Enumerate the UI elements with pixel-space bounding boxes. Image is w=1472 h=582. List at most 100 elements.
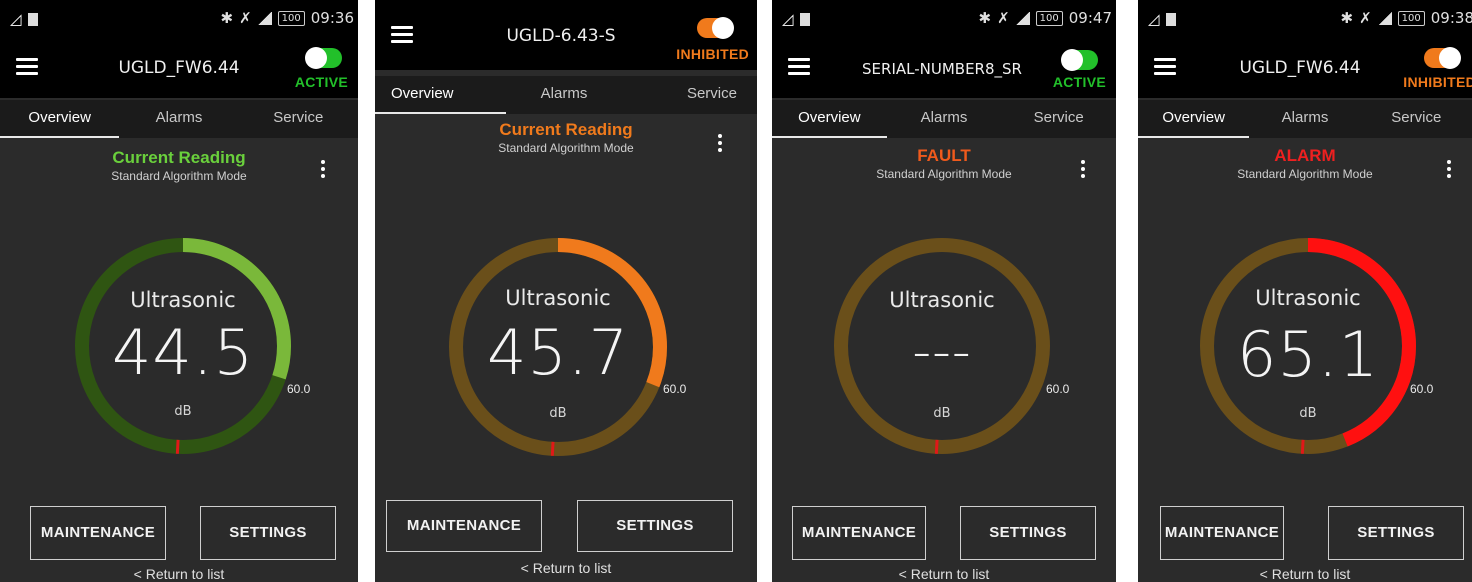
gauge-unit: dB [549, 406, 567, 421]
mute-icon: ✗ [997, 9, 1010, 27]
more-options-icon[interactable] [1080, 160, 1086, 181]
phone-screen-2: UGLD-6.43-S INHIBITED Overview Alarms Se… [375, 0, 757, 582]
tab-overview[interactable]: Overview [772, 100, 887, 138]
more-options-icon[interactable] [320, 160, 326, 181]
gauge-limit-tick [1300, 439, 1305, 454]
signal-icon [257, 11, 272, 25]
signal-icon [1377, 11, 1392, 25]
gauge-title: Ultrasonic [1255, 286, 1361, 310]
tab-alarms[interactable]: Alarms [887, 100, 1002, 138]
notification-icon [27, 12, 38, 26]
tab-overview[interactable]: Overview [0, 100, 120, 138]
maintenance-button[interactable]: MAINTENANCE [30, 506, 166, 560]
settings-button[interactable]: SETTINGS [960, 506, 1096, 560]
mute-icon: ✗ [239, 9, 252, 27]
more-options-icon[interactable] [1446, 160, 1452, 181]
gauge-value: 65.1 [1236, 318, 1380, 391]
return-to-list-link[interactable]: < Return to list [1138, 566, 1472, 582]
tab-bar: Overview Alarms Service [0, 100, 358, 138]
tab-service[interactable]: Service [622, 76, 757, 114]
battery-icon: 100 [1397, 10, 1425, 26]
gauge-limit-label: 60.0 [287, 382, 311, 396]
mode-label: Standard Algorithm Mode [498, 141, 634, 155]
app-bar: SERIAL-NUMBER8_SR ACTIVE [772, 38, 1116, 98]
toggle-state-label: INHIBITED [676, 46, 749, 62]
status-label: Current Reading [112, 148, 246, 167]
tab-service[interactable]: Service [239, 100, 358, 138]
bluetooth-icon: ✱ [978, 9, 992, 27]
signal-icon [1015, 11, 1030, 25]
mute-icon: ✗ [1359, 9, 1372, 27]
tab-bar: Overview Alarms Service [375, 76, 757, 114]
inhibit-toggle[interactable] [1424, 47, 1461, 69]
tab-alarms[interactable]: Alarms [506, 76, 621, 114]
mode-label: Standard Algorithm Mode [876, 167, 1012, 181]
app-bar: UGLD-6.43-S INHIBITED [375, 0, 757, 70]
app-bar: UGLD_FW6.44 ACTIVE [0, 38, 358, 98]
gauge-value: 44.5 [111, 316, 255, 389]
toggle-state-label: ACTIVE [294, 74, 348, 90]
tab-alarms[interactable]: Alarms [119, 100, 238, 138]
bluetooth-icon: ✱ [220, 9, 234, 27]
tab-overview[interactable]: Overview [1138, 100, 1250, 138]
return-to-list-link[interactable]: < Return to list [772, 566, 1116, 582]
tab-alarms[interactable]: Alarms [1249, 100, 1360, 138]
inhibit-toggle[interactable] [697, 17, 734, 39]
status-label: FAULT [917, 146, 971, 165]
tab-overview[interactable]: Overview [375, 76, 507, 114]
maintenance-button[interactable]: MAINTENANCE [386, 500, 542, 552]
settings-button[interactable]: SETTINGS [577, 500, 733, 552]
gauge: Ultrasonic 44.5 dB 60.0 [75, 238, 310, 454]
status-bar: ◿ ✱ ✗ 100 09:36 [0, 0, 358, 38]
battery-icon: 100 [1035, 10, 1063, 26]
gauge-limit-label: 60.0 [663, 382, 687, 396]
clock: 09:47 [1068, 9, 1112, 27]
status-label: Current Reading [499, 120, 633, 139]
gauge-title: Ultrasonic [130, 288, 236, 312]
battery-icon: 100 [277, 10, 305, 26]
tab-bar: Overview Alarms Service [772, 100, 1116, 138]
gauge-value: --- [912, 322, 972, 382]
active-toggle[interactable] [305, 47, 342, 69]
return-to-list-link[interactable]: < Return to list [375, 560, 757, 576]
clock: 09:38 [1430, 9, 1472, 27]
tab-bar: Overview Alarms Service [1138, 100, 1472, 138]
mode-label: Standard Algorithm Mode [1237, 167, 1373, 181]
notification-icon [799, 12, 810, 26]
tab-service[interactable]: Service [1361, 100, 1472, 138]
return-to-list-link[interactable]: < Return to list [0, 566, 358, 582]
gauge-title: Ultrasonic [505, 286, 611, 310]
phone-screen-3: ◿ ✱ ✗ 100 09:47 SERIAL-NUMBER8_SR ACTIVE… [772, 0, 1116, 582]
status-header: Current Reading Standard Algorithm Mode [375, 120, 757, 155]
settings-button[interactable]: SETTINGS [200, 506, 336, 560]
status-bar: ◿ ✱ ✗ 100 09:38 [1138, 0, 1472, 38]
status-label: ALARM [1274, 146, 1336, 165]
gauge-unit: dB [1299, 406, 1317, 421]
toggle-state-label: INHIBITED [1403, 74, 1472, 90]
maintenance-button[interactable]: MAINTENANCE [792, 506, 926, 560]
bluetooth-icon: ✱ [1340, 9, 1354, 27]
gauge: Ultrasonic 45.7 dB 60.0 [449, 238, 686, 456]
phone-screen-4: ◿ ✱ ✗ 100 09:38 UGLD_FW6.44 INHIBITED Ov… [1138, 0, 1472, 582]
wifi-icon: ◿ [1148, 11, 1160, 28]
gauge-limit-tick [175, 439, 180, 454]
settings-button[interactable]: SETTINGS [1328, 506, 1464, 560]
maintenance-button[interactable]: MAINTENANCE [1160, 506, 1284, 560]
status-header: ALARM Standard Algorithm Mode [1138, 146, 1472, 181]
gauge-limit-tick [550, 441, 555, 456]
gauge-limit-label: 60.0 [1046, 382, 1070, 396]
app-bar: UGLD_FW6.44 INHIBITED [1138, 38, 1472, 98]
tab-service[interactable]: Service [1001, 100, 1116, 138]
more-options-icon[interactable] [717, 134, 723, 155]
gauge-unit: dB [174, 404, 192, 419]
gauge: Ultrasonic 65.1 dB 60.0 [1200, 238, 1433, 454]
gauge-limit-tick [934, 439, 939, 454]
phone-screen-1: ◿ ✱ ✗ 100 09:36 UGLD_FW6.44 ACTIVE Overv… [0, 0, 358, 582]
wifi-icon: ◿ [10, 11, 22, 28]
wifi-icon: ◿ [782, 11, 794, 28]
active-toggle[interactable] [1061, 49, 1098, 71]
notification-icon [1165, 12, 1176, 26]
clock: 09:36 [310, 9, 354, 27]
gauge-unit: dB [933, 406, 951, 421]
gauge: Ultrasonic --- dB 60.0 [834, 238, 1069, 454]
